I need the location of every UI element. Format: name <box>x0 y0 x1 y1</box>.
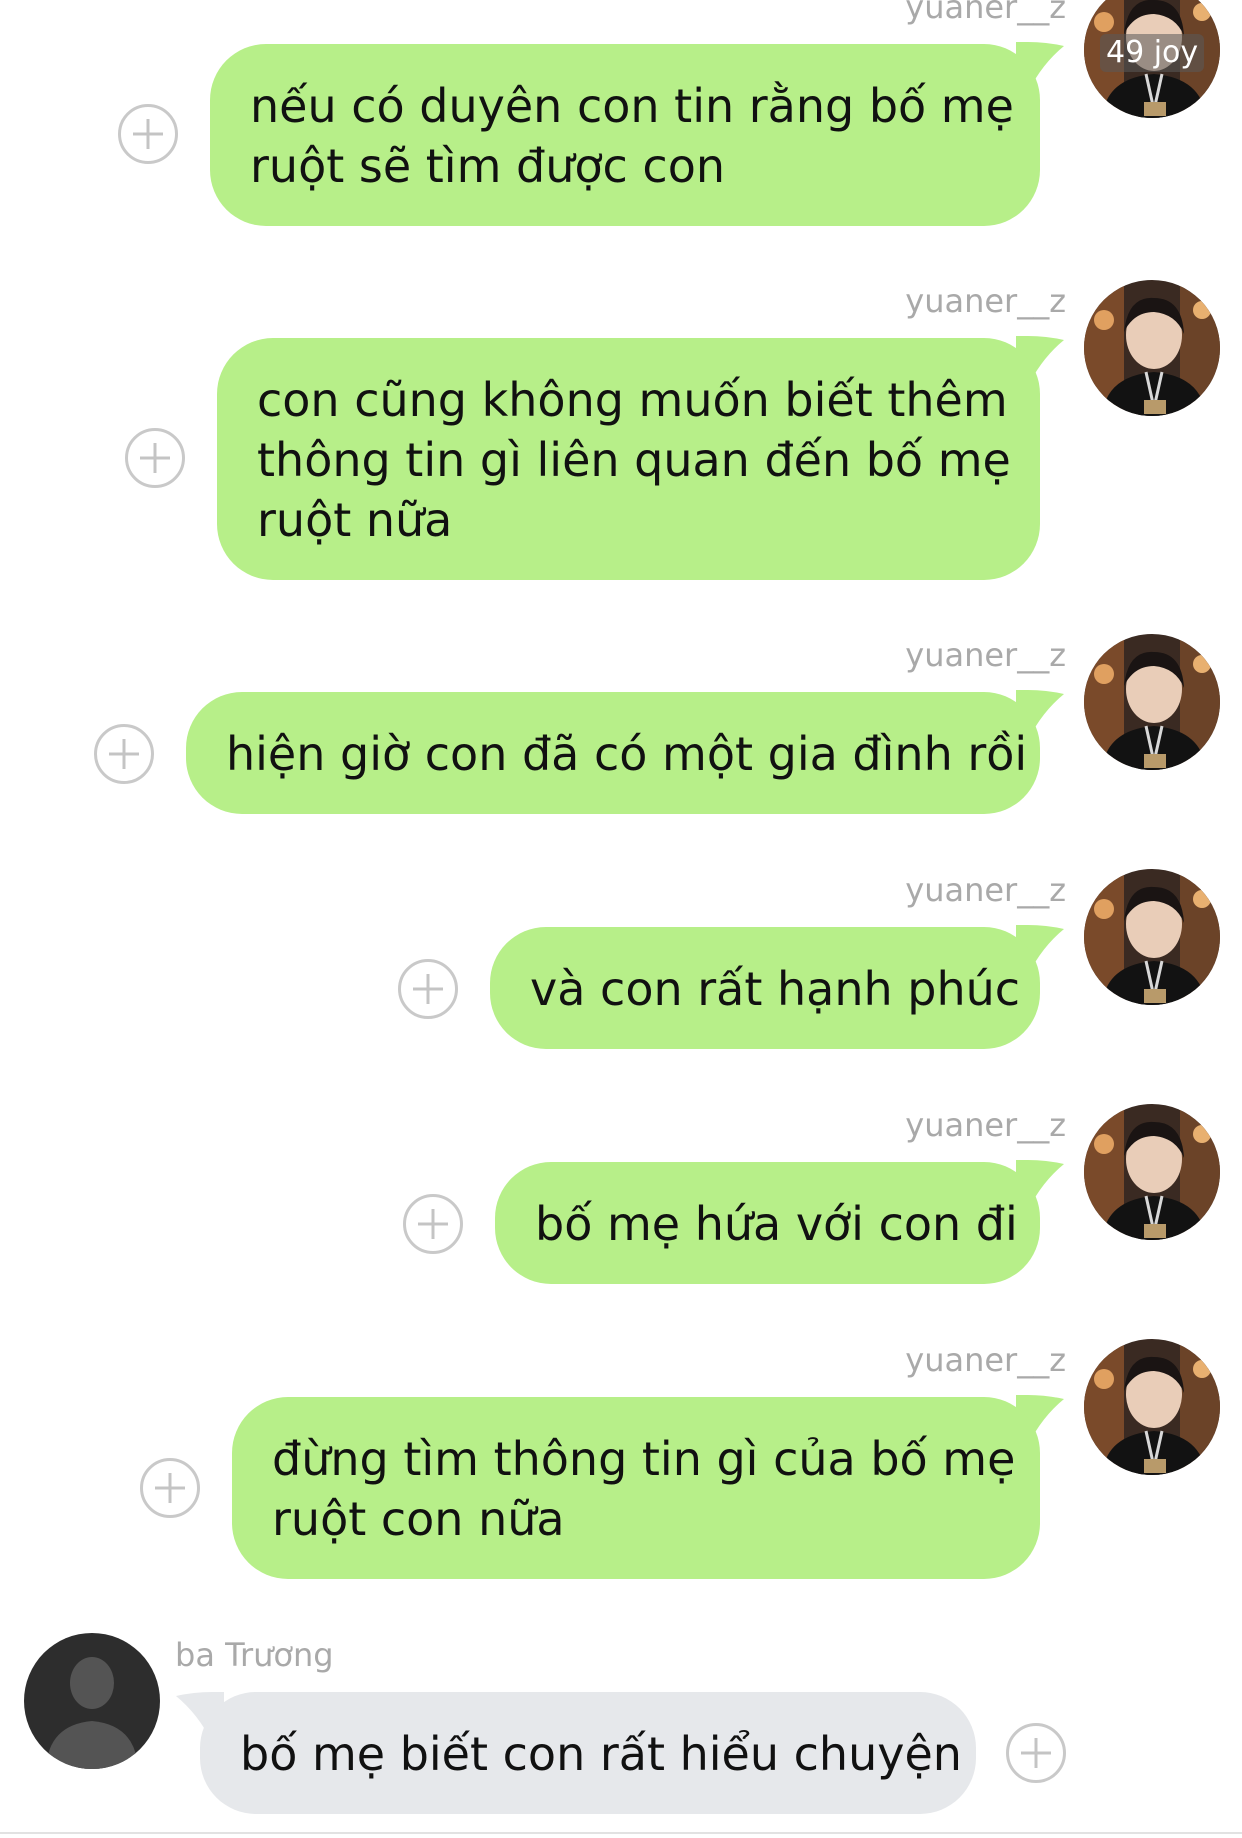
message-line: thông tin gì liên quan đến bố mẹ <box>257 433 1011 487</box>
add-reaction-button[interactable] <box>1006 1723 1066 1783</box>
chat-thread: yuaner__z 49 joy nếu có duyên con tin rằ… <box>0 0 1242 1838</box>
sender-name: ba Trương <box>175 1636 334 1674</box>
user-avatar[interactable] <box>1084 634 1220 770</box>
message-bubble[interactable]: nếu có duyên con tin rằng bố mẹ ruột sẽ … <box>210 44 1040 226</box>
add-reaction-button[interactable] <box>125 428 185 488</box>
add-reaction-button[interactable] <box>140 1458 200 1518</box>
divider <box>0 1832 1242 1834</box>
message-bubble[interactable]: con cũng không muốn biết thêm thông tin … <box>217 338 1040 580</box>
overlay-badge: 49 joy <box>1100 34 1205 72</box>
contact-avatar[interactable] <box>24 1633 160 1769</box>
sender-name: yuaner__z <box>905 871 1066 909</box>
add-reaction-button[interactable] <box>118 104 178 164</box>
message-bubble[interactable]: hiện giờ con đã có một gia đình rồi <box>186 692 1040 814</box>
message-line: nếu có duyên con tin rằng bố mẹ <box>250 79 1014 133</box>
add-reaction-button[interactable] <box>398 959 458 1019</box>
add-reaction-button[interactable] <box>403 1194 463 1254</box>
message-bubble[interactable]: bố mẹ biết con rất hiểu chuyện <box>200 1692 976 1814</box>
sender-name: yuaner__z <box>905 1341 1066 1379</box>
sender-name: yuaner__z <box>905 636 1066 674</box>
user-avatar[interactable] <box>1084 869 1220 1005</box>
sender-name: yuaner__z <box>905 0 1066 26</box>
sender-name: yuaner__z <box>905 1106 1066 1144</box>
message-line: bố mẹ biết con rất hiểu chuyện <box>240 1727 962 1781</box>
user-avatar[interactable] <box>1084 1339 1220 1475</box>
message-bubble[interactable]: đừng tìm thông tin gì của bố mẹ ruột con… <box>232 1397 1040 1579</box>
message-bubble[interactable]: bố mẹ hứa với con đi <box>495 1162 1040 1284</box>
message-line: và con rất hạnh phúc <box>530 962 1021 1016</box>
sender-name: yuaner__z <box>905 282 1066 320</box>
user-avatar[interactable] <box>1084 1104 1220 1240</box>
message-line: ruột sẽ tìm được con <box>250 139 726 193</box>
user-avatar[interactable] <box>1084 280 1220 416</box>
message-line: bố mẹ hứa với con đi <box>535 1197 1018 1251</box>
message-line: ruột nữa <box>257 493 453 547</box>
message-line: con cũng không muốn biết thêm <box>257 373 1008 427</box>
add-reaction-button[interactable] <box>94 724 154 784</box>
message-bubble[interactable]: và con rất hạnh phúc <box>490 927 1040 1049</box>
message-line: ruột con nữa <box>272 1492 565 1546</box>
message-line: đừng tìm thông tin gì của bố mẹ <box>272 1432 1016 1486</box>
message-line: hiện giờ con đã có một gia đình rồi <box>226 727 1028 781</box>
